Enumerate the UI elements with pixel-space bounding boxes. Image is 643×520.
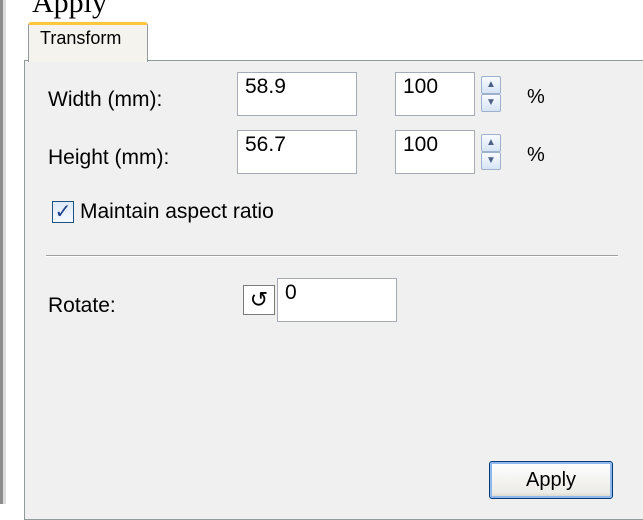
width-percent-input[interactable]: 100: [395, 72, 475, 116]
height-input[interactable]: 56.7: [237, 130, 357, 174]
apply-button[interactable]: Apply: [489, 461, 613, 499]
width-input[interactable]: 58.9: [237, 72, 357, 116]
window-left-border-inner: [3, 0, 6, 504]
width-spin-up-icon[interactable]: ▲: [481, 76, 501, 94]
rotate-label: Rotate:: [48, 294, 116, 317]
tab-transform-label: Transform: [40, 28, 122, 48]
maintain-aspect-label: Maintain aspect ratio: [80, 200, 274, 223]
width-spin-down-icon[interactable]: ▼: [481, 94, 501, 112]
height-spin-down-icon[interactable]: ▼: [481, 152, 501, 170]
height-spin-up-icon[interactable]: ▲: [481, 134, 501, 152]
rotate-input[interactable]: 0: [277, 278, 397, 322]
width-percent-unit: %: [527, 86, 545, 108]
checkmark-icon: ✓: [54, 201, 72, 223]
rotate-counterclockwise-icon: ↺: [249, 287, 269, 312]
height-percent-input[interactable]: 100: [395, 130, 475, 174]
rotate-direction-button[interactable]: ↺: [243, 285, 275, 315]
width-label: Width (mm):: [48, 88, 163, 111]
maintain-aspect-checkbox[interactable]: ✓: [52, 201, 74, 223]
section-divider-highlight: [46, 256, 618, 257]
height-label: Height (mm):: [48, 146, 170, 169]
height-percent-unit: %: [527, 144, 545, 166]
clipped-title-text: Apply: [32, 0, 107, 19]
